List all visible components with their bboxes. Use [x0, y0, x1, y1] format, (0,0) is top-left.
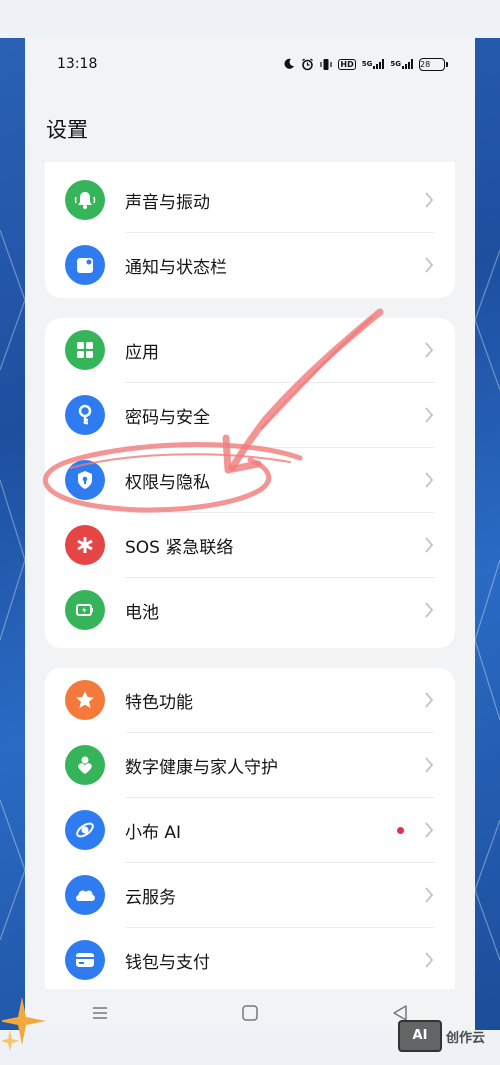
chevron-right-icon — [425, 257, 434, 273]
heart-person-icon — [65, 745, 105, 785]
settings-item-label: 声音与振动 — [125, 193, 210, 213]
chevron-right-icon — [425, 192, 434, 208]
shield-lock-icon — [65, 460, 105, 500]
settings-item-sound[interactable]: 声音与振动 — [45, 168, 455, 233]
network-type-label: 5G — [361, 60, 373, 68]
apps-grid-icon — [65, 330, 105, 370]
settings-group-2: 应用 密码与安全 权限与隐私 SOS 紧急联络 电池 — [45, 318, 455, 648]
ai-orbit-icon — [65, 810, 105, 850]
chevron-right-icon — [425, 342, 434, 358]
star-icon — [65, 680, 105, 720]
chevron-right-icon — [425, 472, 434, 488]
settings-item-label: 权限与隐私 — [125, 473, 210, 493]
bell-icon — [65, 180, 105, 220]
status-icons: HD 5G 5G 28 — [283, 57, 448, 71]
settings-item-label: 钱包与支付 — [125, 953, 210, 973]
cloud-icon — [65, 875, 105, 915]
chevron-right-icon — [425, 602, 434, 618]
battery-charge-icon — [65, 590, 105, 630]
watermark-logo: AI — [398, 1020, 442, 1052]
notification-icon — [65, 245, 105, 285]
hd-icon: HD — [338, 58, 356, 70]
5g-signal-icon: 5G — [362, 59, 385, 69]
settings-item-password-security[interactable]: 密码与安全 — [45, 383, 455, 448]
settings-item-xiaobu-ai[interactable]: 小布 AI — [45, 798, 455, 863]
settings-item-label: 小布 AI — [125, 823, 182, 843]
settings-item-wallet[interactable]: 钱包与支付 — [45, 928, 455, 989]
settings-item-cloud[interactable]: 云服务 — [45, 863, 455, 928]
settings-item-digital-wellbeing[interactable]: 数字健康与家人守护 — [45, 733, 455, 798]
settings-item-label: 数字健康与家人守护 — [125, 758, 278, 778]
key-icon — [65, 395, 105, 435]
sparkle-icon — [2, 997, 46, 1051]
chevron-right-icon — [425, 822, 434, 838]
vibrate-icon — [320, 58, 333, 71]
moon-icon — [283, 58, 295, 70]
settings-item-permissions-privacy[interactable]: 权限与隐私 — [45, 448, 455, 513]
wallet-icon — [65, 940, 105, 980]
settings-item-label: SOS 紧急联络 — [125, 538, 234, 558]
status-bar: 13:18 HD 5G 5G 28 — [25, 38, 475, 90]
chevron-right-icon — [425, 952, 434, 968]
settings-item-battery[interactable]: 电池 — [45, 578, 455, 643]
settings-item-label: 密码与安全 — [125, 408, 210, 428]
watermark: AI 创作云 — [398, 1020, 485, 1052]
5g-signal-icon-2: 5G — [390, 59, 413, 69]
settings-item-features[interactable]: 特色功能 — [45, 668, 455, 733]
chevron-right-icon — [425, 887, 434, 903]
settings-item-label: 应用 — [125, 343, 159, 363]
home-square-icon[interactable] — [230, 1001, 270, 1025]
chevron-right-icon — [425, 537, 434, 553]
phone-screen: 13:18 HD 5G 5G 28 设置 声音与振动 通知与状态栏 应用 密码与… — [25, 38, 475, 1030]
battery-icon: 28 — [419, 57, 448, 71]
alarm-icon — [301, 57, 314, 71]
page-title: 设置 — [46, 118, 88, 142]
settings-item-label: 云服务 — [125, 888, 176, 908]
settings-item-apps[interactable]: 应用 — [45, 318, 455, 383]
chevron-right-icon — [425, 692, 434, 708]
chevron-right-icon — [425, 407, 434, 423]
settings-item-label: 特色功能 — [125, 693, 193, 713]
settings-item-sos[interactable]: SOS 紧急联络 — [45, 513, 455, 578]
settings-item-notifications[interactable]: 通知与状态栏 — [45, 233, 455, 298]
settings-item-label: 电池 — [125, 603, 159, 623]
status-time: 13:18 — [57, 56, 98, 72]
menu-icon[interactable] — [80, 1001, 120, 1025]
network-type-label-2: 5G — [390, 60, 401, 68]
settings-group-1: 声音与振动 通知与状态栏 — [45, 162, 455, 298]
settings-list[interactable]: 声音与振动 通知与状态栏 应用 密码与安全 权限与隐私 SOS 紧急联络 电池 … — [25, 162, 475, 989]
watermark-text: 创作云 — [446, 1030, 486, 1046]
chevron-right-icon — [425, 757, 434, 773]
settings-item-label: 通知与状态栏 — [125, 258, 227, 278]
notification-badge-dot — [397, 827, 404, 834]
settings-group-3: 特色功能 数字健康与家人守护 小布 AI 云服务 钱包与支付 — [45, 668, 455, 989]
asterisk-icon — [65, 525, 105, 565]
